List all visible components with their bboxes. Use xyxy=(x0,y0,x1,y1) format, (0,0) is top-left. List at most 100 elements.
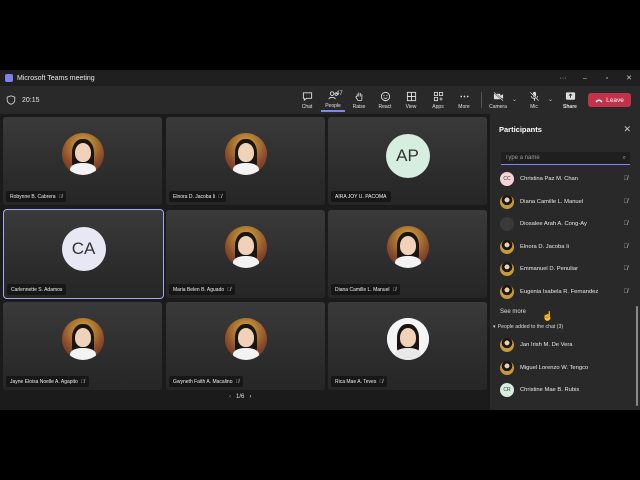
video-tile[interactable]: AP AIRA JOY U. PACOMA xyxy=(328,117,487,205)
participant-row[interactable]: Elnora D. Jacoba Ii 🎙̸ xyxy=(490,236,640,259)
camera-options-chevron-icon[interactable]: ⌄ xyxy=(512,96,517,103)
view-button[interactable]: View xyxy=(399,88,423,112)
next-page-chevron-icon[interactable]: › xyxy=(249,394,251,400)
hand-icon xyxy=(355,92,362,101)
participant-search: ⌕ xyxy=(501,152,630,165)
apps-button[interactable]: Apps xyxy=(426,88,450,112)
participant-name: Robynne B. Cabrera xyxy=(10,193,56,200)
teams-app-icon xyxy=(5,74,13,82)
participant-name-tag: Robynne B. Cabrera 🎙̸ xyxy=(6,191,67,202)
smile-icon xyxy=(380,91,390,101)
participant-name: Miguel Lorenzo W. Tengco xyxy=(520,364,589,371)
share-button[interactable]: Share xyxy=(558,88,582,112)
collapse-triangle-icon: ▾ xyxy=(493,324,496,330)
participant-name: AIRA JOY U. PACOMA xyxy=(335,193,387,200)
avatar: CC xyxy=(500,172,514,187)
react-label: React xyxy=(378,103,392,110)
search-input[interactable] xyxy=(505,155,623,161)
react-button[interactable]: React xyxy=(373,88,397,112)
video-tile[interactable]: Rica Mae A. Teves 🎙̸ xyxy=(328,302,487,390)
see-more-link[interactable]: See more xyxy=(500,309,640,315)
participant-row[interactable]: Eugenia Isabela R. Fernandez 🎙̸ xyxy=(490,281,640,304)
close-panel-icon[interactable]: ✕ xyxy=(623,124,631,135)
mouse-cursor-icon: ☝ xyxy=(542,311,554,321)
participant-row[interactable]: Miguel Lorenzo W. Tengco xyxy=(490,357,640,380)
participant-name-tag: Maria Belen B. Aguado 🎙̸ xyxy=(169,284,235,295)
chat-button[interactable]: Chat xyxy=(295,88,319,112)
raise-hand-button[interactable]: Raise xyxy=(347,88,371,112)
participant-row[interactable]: CR Christine Mae B. Rubis xyxy=(490,379,640,402)
video-tile[interactable]: Maria Belen B. Aguado 🎙̸ xyxy=(166,210,325,298)
participant-name-tag: Diana Camille L. Manuel 🎙̸ xyxy=(331,284,401,295)
participant-row[interactable]: Diana Camille L. Manuel 🎙̸ xyxy=(490,191,640,214)
video-tile[interactable]: CA Carlennette S. Adamos xyxy=(3,209,164,299)
camera-button[interactable]: Camera xyxy=(486,88,510,112)
apps-icon xyxy=(433,91,443,101)
minimize-icon[interactable]: – xyxy=(574,75,596,82)
mic-label: Mic xyxy=(530,103,538,110)
mic-muted-icon: 🎙̸ xyxy=(227,286,231,293)
avatar xyxy=(500,284,514,299)
participant-name: Gwyneth Faith A. Macalino xyxy=(173,378,233,385)
previous-page-chevron-icon[interactable]: ‹ xyxy=(229,394,231,400)
video-tile[interactable]: Elnora D. Jacoba Ii 🎙̸ xyxy=(166,117,325,205)
grid-icon xyxy=(406,91,416,101)
video-tile[interactable]: Gwyneth Faith A. Macalino 🎙̸ xyxy=(166,302,325,390)
mic-muted-icon: 🎙̸ xyxy=(623,221,629,228)
mic-options-chevron-icon[interactable]: ⌄ xyxy=(548,96,553,103)
leave-button[interactable]: Leave xyxy=(588,93,631,107)
participant-row[interactable]: Emmanuel D. Penuliar 🎙̸ xyxy=(490,258,640,281)
gallery-pager: ‹ 1/6 › xyxy=(229,394,251,400)
video-tile[interactable]: Diana Camille L. Manuel 🎙̸ xyxy=(328,210,487,298)
video-tile[interactable]: Robynne B. Cabrera 🎙̸ xyxy=(3,117,162,205)
panel-scrollbar[interactable] xyxy=(636,306,638,406)
camera-label: Camera xyxy=(489,103,507,110)
avatar xyxy=(500,360,514,375)
maximize-icon[interactable]: ▫ xyxy=(596,75,618,82)
participant-name: Christina Paz M. Chan xyxy=(520,176,578,183)
participant-name-tag: Rica Mae A. Teves 🎙̸ xyxy=(331,376,388,387)
participant-row[interactable]: Diosalee Arah A. Cong-Ay 🎙̸ xyxy=(490,213,640,236)
participant-video xyxy=(224,317,267,360)
panel-header: Participants ✕ xyxy=(490,114,640,144)
participant-name: Eugenia Isabela R. Fernandez xyxy=(520,288,599,295)
mic-muted-icon: 🎙̸ xyxy=(58,193,63,200)
participant-initials-avatar: CA xyxy=(61,226,106,271)
avatar xyxy=(500,262,514,277)
toolbar-divider xyxy=(481,92,482,108)
participant-name-tag: AIRA JOY U. PACOMA xyxy=(331,191,391,202)
participant-name: Maria Belen B. Aguado xyxy=(173,286,225,293)
page-indicator: 1/6 xyxy=(236,394,245,400)
participant-row[interactable]: Jan Irish M. De Vera xyxy=(490,334,640,357)
participant-name: Diana Camille L. Manuel xyxy=(335,286,390,293)
participant-name: Jayne Eloisa Noelle A. Agapito xyxy=(10,378,78,385)
participant-name-tag: Jayne Eloisa Noelle A. Agapito 🎙̸ xyxy=(6,376,89,387)
participant-row[interactable]: CC Christina Paz M. Chan 🎙̸ xyxy=(490,168,640,191)
mic-off-icon xyxy=(529,91,539,101)
video-tile[interactable]: Jayne Eloisa Noelle A. Agapito 🎙̸ xyxy=(3,302,162,390)
more-label: More xyxy=(458,103,470,110)
view-label: View xyxy=(405,103,417,110)
participant-initials-avatar: AP xyxy=(385,133,430,178)
panel-title: Participants xyxy=(499,124,542,134)
avatar xyxy=(500,217,514,232)
close-window-icon[interactable]: ✕ xyxy=(618,74,640,82)
shield-icon xyxy=(6,95,16,105)
participant-name: Diana Camille L. Manuel xyxy=(520,198,584,205)
participants-panel: Participants ✕ ⌕ CC Christina Paz M. Cha… xyxy=(490,114,640,410)
mic-muted-icon: 🎙̸ xyxy=(623,198,629,205)
participant-name: Jan Irish M. De Vera xyxy=(520,342,573,349)
more-button[interactable]: More xyxy=(452,88,476,112)
window-title: Microsoft Teams meeting xyxy=(17,74,95,82)
people-button[interactable]: 47 People xyxy=(321,88,345,112)
apps-label: Apps xyxy=(432,103,444,110)
participant-name: Carlennette S. Adamos xyxy=(11,286,63,293)
mic-button[interactable]: Mic xyxy=(522,88,546,112)
chat-section-label: People added to the chat (3) xyxy=(497,324,564,330)
mic-muted-icon: 🎙̸ xyxy=(379,378,384,385)
window-controls: ··· – ▫ ✕ xyxy=(552,74,640,83)
share-label[interactable]: Share xyxy=(563,104,577,110)
more-options-icon[interactable]: ··· xyxy=(552,75,574,82)
window-title-bar: Microsoft Teams meeting ··· – ▫ ✕ xyxy=(0,70,640,86)
chat-section-header[interactable]: ▾ People added to the chat (3) xyxy=(493,324,640,330)
